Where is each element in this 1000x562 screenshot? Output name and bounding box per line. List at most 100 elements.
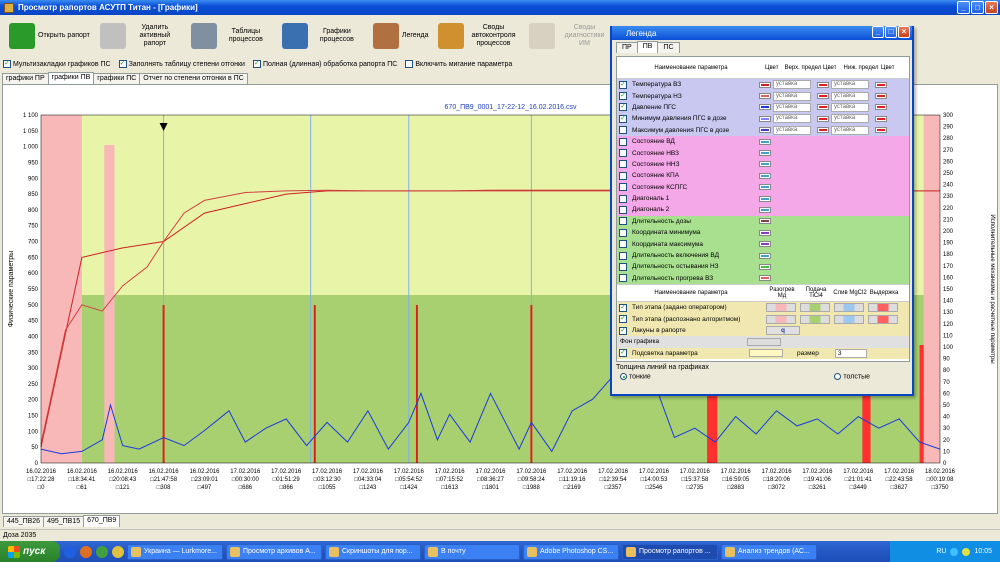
lower-limit-select[interactable]: уставка: [831, 80, 869, 90]
upper-limit-color[interactable]: [817, 104, 829, 111]
report-tab-2[interactable]: 670_ПВ9: [83, 515, 121, 527]
stage-color-1[interactable]: [800, 303, 830, 313]
toolbar-button-4[interactable]: Легенда: [370, 17, 432, 55]
legend-row-color[interactable]: [759, 127, 771, 134]
upper-limit-select[interactable]: уставка: [773, 91, 811, 101]
stage-row-checkbox[interactable]: ✓: [619, 303, 627, 312]
toolbar-button-6[interactable]: Своды диагностики ИМ: [526, 17, 613, 55]
minimize-button[interactable]: _: [957, 1, 970, 14]
size-input[interactable]: 3: [834, 348, 867, 358]
option-3[interactable]: Включить мигание параметра: [405, 60, 512, 68]
toolbar-button-3[interactable]: Графики процессов: [279, 17, 366, 55]
taskbar-item-6[interactable]: Анализ трендов (АС...: [721, 543, 817, 560]
legend-row-color[interactable]: [759, 252, 771, 259]
legend-row-checkbox[interactable]: [619, 160, 627, 169]
bg-color-slider[interactable]: [747, 337, 782, 346]
legend-window[interactable]: Легенда _ □ × ПР ПВ ПС Наименование параме…: [610, 26, 914, 396]
stage-row-checkbox[interactable]: ✓: [619, 315, 627, 324]
legend-row-color[interactable]: [759, 206, 771, 213]
legend-row-color[interactable]: [759, 184, 771, 191]
legend-row-checkbox[interactable]: [619, 126, 627, 135]
highlight-checkbox[interactable]: ✓: [619, 349, 627, 358]
legend-row-checkbox[interactable]: [619, 194, 627, 203]
legend-row-checkbox[interactable]: ✓: [619, 103, 627, 112]
quicklaunch-icon[interactable]: [96, 545, 108, 558]
legend-row-checkbox[interactable]: [619, 183, 627, 192]
legend-row-checkbox[interactable]: ✓: [619, 114, 627, 123]
upper-limit-color[interactable]: [817, 93, 829, 100]
thin-radio[interactable]: тонкие: [620, 373, 651, 380]
upper-limit-color[interactable]: [817, 115, 829, 122]
lower-limit-select[interactable]: уставка: [831, 125, 869, 135]
legend-row-color[interactable]: [759, 161, 771, 168]
legend-row-checkbox[interactable]: [619, 205, 627, 214]
legend-row-checkbox[interactable]: ✓: [619, 80, 627, 89]
view-tab-3[interactable]: Отчет по степени отгонки в ПС: [139, 73, 248, 84]
legend-row-checkbox[interactable]: [619, 240, 627, 249]
lower-limit-color[interactable]: [875, 81, 887, 88]
legend-row-color[interactable]: [759, 275, 771, 282]
start-button[interactable]: пуск: [0, 541, 60, 562]
view-tab-2[interactable]: графики ПС: [93, 73, 141, 84]
legend-row-color[interactable]: [759, 172, 771, 179]
legend-row-color[interactable]: [759, 195, 771, 202]
upper-limit-color[interactable]: [817, 81, 829, 88]
stage-row-checkbox[interactable]: ✓: [619, 326, 627, 335]
stage-color-0[interactable]: [766, 314, 796, 324]
toolbar-button-1[interactable]: Удалить активный рапорт: [97, 17, 184, 55]
option-0[interactable]: ✓ Мультизакладки графиков ПС: [3, 60, 111, 68]
legend-row-checkbox[interactable]: [619, 228, 627, 237]
report-tab-0[interactable]: 445_ПВ26: [3, 516, 45, 527]
legend-row-checkbox[interactable]: [619, 217, 627, 226]
legend-row-color[interactable]: [759, 115, 771, 122]
legend-row-color[interactable]: [759, 138, 771, 145]
legend-row-color[interactable]: [759, 218, 771, 225]
lower-limit-color[interactable]: [875, 115, 887, 122]
legend-row-color[interactable]: [759, 93, 771, 100]
checkbox[interactable]: ✓: [118, 60, 127, 68]
legend-row-checkbox[interactable]: ✓: [619, 92, 627, 101]
option-1[interactable]: ✓ Заполнять таблицу степени отгонки: [118, 60, 245, 68]
legend-maximize-button[interactable]: □: [885, 26, 897, 38]
legend-row-checkbox[interactable]: [619, 171, 627, 180]
maximize-button[interactable]: □: [971, 1, 984, 14]
legend-close-button[interactable]: ×: [898, 26, 910, 38]
lower-limit-color[interactable]: [875, 104, 887, 111]
stage-color-0[interactable]: [766, 303, 796, 313]
close-button[interactable]: ×: [985, 1, 998, 14]
highlight-color[interactable]: [749, 349, 783, 358]
taskbar-item-0[interactable]: Украина — Lurkmore...: [127, 543, 223, 560]
legend-row-checkbox[interactable]: [619, 251, 627, 260]
report-tab-1[interactable]: 495_ПВ15: [43, 516, 85, 527]
legend-row-color[interactable]: [759, 150, 771, 157]
folder-icon[interactable]: [112, 545, 124, 558]
checkbox[interactable]: ✓: [252, 60, 261, 68]
lower-limit-color[interactable]: [875, 93, 887, 100]
toolbar-button-0[interactable]: Открыть рапорт: [6, 17, 93, 55]
stage-color-2[interactable]: [834, 314, 864, 324]
firefox-icon[interactable]: [80, 545, 92, 558]
upper-limit-select[interactable]: уставка: [773, 125, 811, 135]
legend-minimize-button[interactable]: _: [872, 26, 884, 38]
upper-limit-color[interactable]: [817, 127, 829, 134]
legend-tab-1[interactable]: ПВ: [636, 41, 659, 53]
stage-color-1[interactable]: [800, 314, 830, 324]
taskbar-item-1[interactable]: Просмотр архивов А...: [226, 543, 322, 560]
stage-color-3[interactable]: [868, 303, 898, 313]
taskbar-item-3[interactable]: В почту: [424, 543, 520, 560]
legend-row-checkbox[interactable]: [619, 137, 627, 146]
legend-row-color[interactable]: [759, 81, 771, 88]
lower-limit-color[interactable]: [875, 127, 887, 134]
lower-limit-select[interactable]: уставка: [831, 102, 869, 112]
legend-row-checkbox[interactable]: [619, 262, 627, 271]
upper-limit-select[interactable]: уставка: [773, 114, 811, 124]
upper-limit-select[interactable]: уставка: [773, 102, 811, 112]
language-indicator[interactable]: RU: [936, 548, 946, 555]
upper-limit-select[interactable]: уставка: [773, 80, 811, 90]
legend-row-color[interactable]: [759, 229, 771, 236]
taskbar-item-2[interactable]: Скриншоты для пор...: [325, 543, 421, 560]
legend-tab-2[interactable]: ПС: [657, 42, 680, 53]
legend-row-checkbox[interactable]: [619, 149, 627, 158]
view-tab-0[interactable]: графики ПР: [2, 73, 49, 84]
legend-row-checkbox[interactable]: [619, 274, 627, 283]
